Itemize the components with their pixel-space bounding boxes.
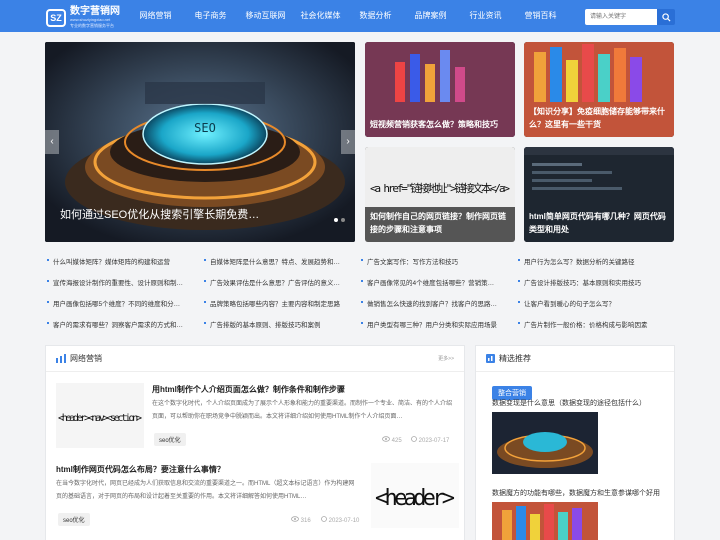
logo-slogan: 专业的数字营销服务平台	[70, 23, 114, 28]
article-summary: 在当今数字化时代，网页已经成为人们获取信息和交流的重要渠道之一。而HTML（超文…	[56, 481, 355, 500]
article-title[interactable]: 用html制作个人介绍页面怎么做？制作条件和制作步骤	[152, 384, 345, 395]
link-item[interactable]: 广告设计排版技巧：基本原则和实用技巧	[516, 277, 673, 287]
link-grid: 什么叫媒体矩阵？媒体矩阵的构建和运营 自媒体矩阵是什么意思？特点、发展趋势和… …	[45, 250, 675, 334]
nav-item-brand-cases[interactable]: 品牌案例	[403, 0, 458, 32]
clock-icon	[411, 436, 417, 442]
link-item[interactable]: 客户画像常见的4个维度包括哪些？营销策…	[359, 277, 516, 287]
card-caption: 短视频营销获客怎么做？策略和技巧	[370, 120, 498, 129]
link-item[interactable]: 用户类型有哪三种？用户分类和实际应用场景	[359, 319, 516, 329]
article-summary: 在这个数字化时代，个人介绍页面成为了展示个人形象和能力的重要渠道。而制作一个专业…	[152, 401, 453, 420]
nav-item-social-media[interactable]: 社会化媒体	[293, 0, 348, 32]
thumb-text: <header>	[375, 486, 455, 511]
article-tag[interactable]: seo优化	[154, 433, 186, 446]
search-button[interactable]	[657, 9, 675, 25]
article-title[interactable]: html制作网页代码怎么布局？要注意什么事情？	[56, 464, 225, 475]
link-item[interactable]: 广告效果评估是什么意思？广告评估的意义…	[202, 277, 359, 287]
nav-item-mobile-internet[interactable]: 移动互联网	[238, 0, 293, 32]
slide-title[interactable]: 如何通过SEO优化从搜索引擎长期免费…	[60, 206, 259, 222]
card-caption: 如何制作自己的网页链接？制作网页链接的步骤和注意事项	[370, 212, 506, 234]
link-item[interactable]: 自媒体矩阵是什么意思？特点、发展趋势和…	[202, 256, 359, 266]
chart-icon	[486, 354, 495, 363]
nav-item-ecommerce[interactable]: 电子商务	[183, 0, 238, 32]
hero-slider[interactable]: SEO ‹ › 如何通过SEO优化从搜索引擎长期免费…	[45, 42, 355, 242]
panel-title: 精选推荐	[499, 354, 531, 363]
recommend-title[interactable]: 数据变现是什么意思（数据变现的途径包括什么）	[492, 398, 646, 408]
eye-icon	[291, 516, 299, 522]
view-count: 425	[382, 436, 402, 444]
featured-card-html[interactable]: html简单网页代码有哪几种？网页代码类型和用处	[524, 147, 674, 242]
featured-recommend-panel: 精选推荐 整合营销 数据变现是什么意思（数据变现的途径包括什么） 数据魔方的功能…	[475, 345, 675, 540]
recommend-thumbnail[interactable]	[492, 412, 598, 474]
featured-card-knowledge[interactable]: 【知识分享】免疫细胞储存能够带来什么？这里有一些干货	[524, 42, 674, 137]
main-nav: 网络营销 电子商务 移动互联网 社会化媒体 数据分析 品牌案例 行业资讯 营销百…	[128, 0, 568, 32]
slider-next-button[interactable]: ›	[341, 130, 355, 154]
featured-card-link[interactable]: <a href="链接地址">链接文本</a> 如何制作自己的网页链接？制作网页…	[365, 147, 515, 242]
article-tag[interactable]: seo优化	[58, 513, 90, 526]
view-count: 316	[291, 516, 311, 524]
link-item[interactable]: 品牌策略包括哪些内容？主要内容和制定思路	[202, 298, 359, 308]
link-item[interactable]: 用户行为怎么写？数据分析的关键路径	[516, 256, 673, 266]
bar-chart-icon	[56, 354, 66, 363]
slide-text: SEO	[194, 121, 216, 135]
clock-icon	[321, 516, 327, 522]
panel-header: 精选推荐	[476, 346, 674, 372]
nav-item-marketing-wiki[interactable]: 营销百科	[513, 0, 568, 32]
card-caption: html简单网页代码有哪几种？网页代码类型和用处	[529, 212, 666, 234]
article-item[interactable]: html制作网页代码怎么布局？要注意什么事情？ 在当今数字化时代，网页已经成为人…	[56, 458, 459, 540]
publish-date: 2023-07-17	[411, 436, 449, 444]
top-nav-bar: SZ 数字营销网 www.shuziyingxiao.net 专业的数字营销服务…	[0, 0, 720, 32]
recommend-thumbnail[interactable]	[492, 502, 598, 540]
nav-item-data-analysis[interactable]: 数据分析	[348, 0, 403, 32]
publish-date: 2023-07-10	[321, 516, 359, 524]
link-item[interactable]: 什么叫媒体矩阵？媒体矩阵的构建和运营	[45, 256, 202, 266]
article-thumbnail: <header><nav><section>	[56, 383, 144, 448]
link-item[interactable]: 做销售怎么快速的找到客户？找客户的思路…	[359, 298, 516, 308]
panel-header: 网络营销 更多>>	[46, 346, 464, 372]
site-logo[interactable]: SZ 数字营销网 www.shuziyingxiao.net 专业的数字营销服务…	[46, 6, 120, 29]
link-item[interactable]: 客户的需求有哪些？洞察客户需求的方式和…	[45, 319, 202, 329]
card-caption: 【知识分享】免疫细胞储存能够带来什么？这里有一些干货	[529, 107, 665, 129]
featured-card-video[interactable]: 短视频营销获客怎么做？策略和技巧	[365, 42, 515, 137]
link-item[interactable]: 让客户看到暖心的句子怎么写？	[516, 298, 673, 308]
link-item[interactable]: 宣传海报设计制作的重要性、设计原则和制…	[45, 277, 202, 287]
slider-dot[interactable]	[341, 218, 345, 222]
panel-title: 网络营销	[70, 354, 102, 363]
article-thumbnail: <header>	[371, 463, 459, 528]
slider-prev-button[interactable]: ‹	[45, 130, 59, 154]
link-item[interactable]: 广告片制作一般价格：价格构成与影响因素	[516, 319, 673, 329]
slider-dot[interactable]	[334, 218, 338, 222]
search-box	[585, 9, 675, 25]
thumb-text: <header><nav><section>	[58, 413, 142, 424]
search-input[interactable]	[585, 9, 657, 25]
search-icon	[661, 12, 671, 22]
recommend-title[interactable]: 数据魔方的功能有哪些，数据魔方和生意参谋哪个好用	[492, 488, 660, 498]
logo-name: 数字营销网	[70, 6, 120, 17]
more-link[interactable]: 更多>>	[438, 355, 454, 362]
nav-item-industry-news[interactable]: 行业资讯	[458, 0, 513, 32]
slider-dots	[331, 218, 345, 222]
article-item[interactable]: <header><nav><section> 用html制作个人介绍页面怎么做？…	[56, 378, 456, 460]
network-marketing-panel: 网络营销 更多>> <header><nav><section> 用html制作…	[45, 345, 465, 540]
link-item[interactable]: 用户画像包括哪5个维度？不同的维度和分…	[45, 298, 202, 308]
logo-mark: SZ	[46, 8, 66, 27]
nav-item-network-marketing[interactable]: 网络营销	[128, 0, 183, 32]
eye-icon	[382, 436, 390, 442]
link-item[interactable]: 广告文案写作：写作方法和技巧	[359, 256, 516, 266]
card-overlay-text: <a href="链接地址">链接文本</a>	[370, 181, 510, 195]
link-item[interactable]: 广告排版的基本原则、排版技巧和案例	[202, 319, 359, 329]
